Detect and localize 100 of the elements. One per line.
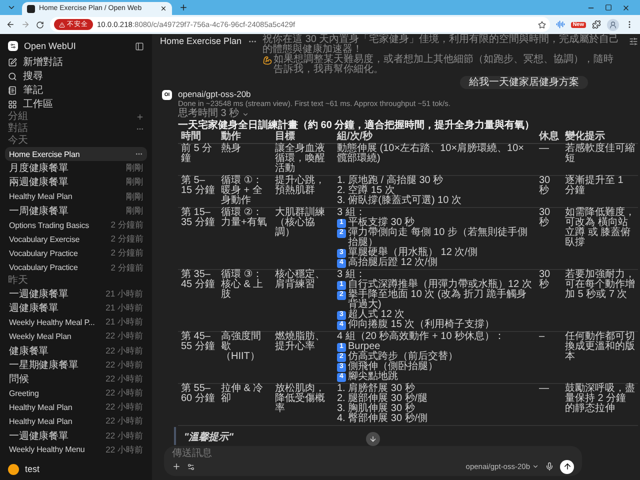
user-avatar[interactable] xyxy=(8,464,19,474)
chat-item[interactable]: Options Trading Basics 2 分鐘前 xyxy=(5,218,147,232)
list-item: 腳尖點地跳 xyxy=(348,372,398,382)
nav-item[interactable]: 新增對話 xyxy=(5,55,147,69)
back-icon[interactable] xyxy=(6,20,15,29)
bookmark-star-icon[interactable] xyxy=(538,20,546,28)
chat-item[interactable]: Healthy Meal Plan 剛剛 xyxy=(5,190,147,204)
chat-time: 22 小時前 xyxy=(106,416,143,428)
list-item: 彈力帶側向走 每側 10 步（若無則徒手側抬腿） xyxy=(348,228,528,248)
table-cell: – xyxy=(536,331,562,383)
table-cell: 第 15–35 分鐘 xyxy=(178,207,218,269)
table-cell: 拉伸 & 冷卻 xyxy=(218,383,272,425)
send-button[interactable] xyxy=(560,460,574,474)
chat-time: 剛剛 xyxy=(126,176,143,188)
chat-time: 2 分鐘前 xyxy=(110,234,143,246)
table-cell: 第 55–60 分鐘 xyxy=(178,383,218,425)
maximize-icon[interactable] xyxy=(605,4,612,10)
sidebar-toggle-icon[interactable] xyxy=(135,42,144,50)
chat-item[interactable]: Vocabulary Practice 2 分鐘前 xyxy=(5,246,147,260)
column-header: 動作 xyxy=(218,130,272,143)
table-cell: 若要加強耐力，可在每个動作增加 5 秒或 7 次 xyxy=(562,269,638,331)
table-cell: 讓全身血液循環，喚醒活動 xyxy=(272,143,334,175)
nav-item[interactable]: 工作區 xyxy=(5,97,147,111)
chat-item[interactable]: 週健康餐單 21 小時前 xyxy=(5,300,147,316)
table-cell: 高強度間歇（HIIT） xyxy=(218,331,272,383)
table-cell: 若感軟度佳可縮短 xyxy=(562,143,638,175)
arrow-up-icon xyxy=(562,462,572,471)
chat-time: 21 小時前 xyxy=(106,302,143,314)
chat-item[interactable]: Greeting 22 小時前 xyxy=(5,386,147,400)
chat-item[interactable]: Weekly Meal Plan 22 小時前 xyxy=(5,329,147,344)
profile-avatar[interactable] xyxy=(607,18,619,30)
blockquote-text: "溫馨提示" xyxy=(184,432,234,442)
settings-icon[interactable] xyxy=(629,37,638,46)
favicon-icon xyxy=(27,4,35,12)
table-cell: 燃燒脂肪、提升心率 xyxy=(272,331,334,383)
chat-item[interactable]: Home Exercise Plan xyxy=(5,147,147,162)
chat-item[interactable]: Healthy Meal Plan 22 小時前 xyxy=(5,400,147,414)
chat-item[interactable]: 一週健康餐單 21 小時前 xyxy=(5,286,147,301)
table-cell: — xyxy=(536,383,562,425)
model-name: openai/gpt-oss-20b xyxy=(178,89,252,99)
chat-item[interactable]: Weekly Healthy Menu 22 小時前 xyxy=(5,442,147,457)
table-cell: — xyxy=(536,143,562,175)
thinking-toggle[interactable]: 思考時間 3 秒 xyxy=(178,109,638,120)
list-item: 高抬腿后蹬 12 次/側 xyxy=(348,258,438,268)
table-cell: 30 秒 xyxy=(536,175,562,207)
chat-time: 21 小時前 xyxy=(106,288,143,300)
table-cell: 任何動作都可切換成更溫和的版本 xyxy=(562,331,638,383)
chat-item[interactable]: Healthy Meal Plan 22 小時前 xyxy=(5,414,147,429)
chat-item[interactable]: Vocabulary Exercise 2 分鐘前 xyxy=(5,232,147,246)
add-icon[interactable] xyxy=(172,462,181,471)
chat-item[interactable]: 問候 22 小時前 xyxy=(5,372,147,386)
add-icon[interactable] xyxy=(136,113,144,121)
column-header: 時間 xyxy=(178,130,218,143)
chat-time: 剛剛 xyxy=(126,206,143,217)
section-label: 分組 xyxy=(8,112,28,122)
extensions-icon[interactable] xyxy=(592,20,601,29)
table-cell: 循環 ③：核心 & 上肢 xyxy=(218,269,272,331)
list-item: 4. 臀部伸展 30 秒/側 xyxy=(337,414,428,424)
nav-item[interactable]: 搜尋 xyxy=(5,69,147,83)
chat-time: 22 小時前 xyxy=(106,430,143,442)
chat-time: 22 小時前 xyxy=(106,402,143,414)
microphone-icon[interactable] xyxy=(545,462,554,471)
intro-text: 祝你在這 30 天內置身「宅家健身」佳境，利用有限的空間與時間，完成屬於自己的體態與健康加速器！ xyxy=(262,35,620,55)
table-cell: 放松肌肉，降低受傷概率 xyxy=(272,383,334,425)
scroll-down-button[interactable] xyxy=(366,432,380,446)
list-item: 擧手降至地面 10 次 (改為 折刀 跪手觸身背過大) xyxy=(348,290,528,310)
message-input[interactable]: 傳送訊息 xyxy=(172,448,574,458)
user-name: test xyxy=(25,464,40,474)
list-item: 仿高式跨步（前后交替） xyxy=(348,352,458,362)
chat-item[interactable]: 月度健康餐單 剛剛 xyxy=(5,161,147,176)
table-cell: 循環 ②：力量+有氧 xyxy=(218,207,272,269)
chat-time: 剛剛 xyxy=(126,162,143,174)
table-cell: 30 秒 xyxy=(536,207,562,269)
tools-icon[interactable] xyxy=(187,462,195,470)
list-item: 1. 肩膀舒展 30 秒 xyxy=(337,384,415,394)
column-header: 目標 xyxy=(272,130,334,143)
chat-item[interactable]: 一周健康餐單 剛剛 xyxy=(5,204,147,218)
workspace-icon xyxy=(8,100,17,108)
chat-time: 剛剛 xyxy=(126,191,143,203)
table-cell: 提升心跳，預熱肌群 xyxy=(272,175,334,207)
chat-item[interactable]: 健康餐單 22 小時前 xyxy=(5,343,147,358)
reload-icon[interactable] xyxy=(36,20,44,28)
list-item: 4 組（20 秒高效動作 + 10 秒休息）： xyxy=(337,332,505,342)
table-cell: 第 5–15 分鐘 xyxy=(178,175,218,207)
chat-item[interactable]: Vocabulary Practice 2 分鐘前 xyxy=(5,260,147,275)
chat-time: 22 小時前 xyxy=(106,330,143,342)
list-item: 單腿硬舉（用水瓶） 12 次/側 xyxy=(348,248,478,258)
chat-item[interactable]: 兩週健康餐單 剛剛 xyxy=(5,175,147,190)
chat-item[interactable]: 一星期健康餐單 22 小時前 xyxy=(5,358,147,372)
brand-name: Open WebUI xyxy=(24,41,77,51)
audio-icon[interactable] xyxy=(556,20,565,29)
chat-time: 22 小時前 xyxy=(106,359,143,371)
group-heading: 昨天 xyxy=(8,276,28,286)
nav-item[interactable]: 筆記 xyxy=(5,83,147,97)
close-icon[interactable] xyxy=(160,5,167,12)
chat-item[interactable]: Weekly Healthy Meal P... 21 小時前 xyxy=(5,315,147,330)
list-item: 3. 胸肌伸展 30 秒 xyxy=(337,404,415,414)
chat-item[interactable]: 一週健康餐單 22 小時前 xyxy=(5,428,147,443)
close-icon[interactable] xyxy=(622,4,630,12)
chevron-down-icon xyxy=(532,463,539,470)
